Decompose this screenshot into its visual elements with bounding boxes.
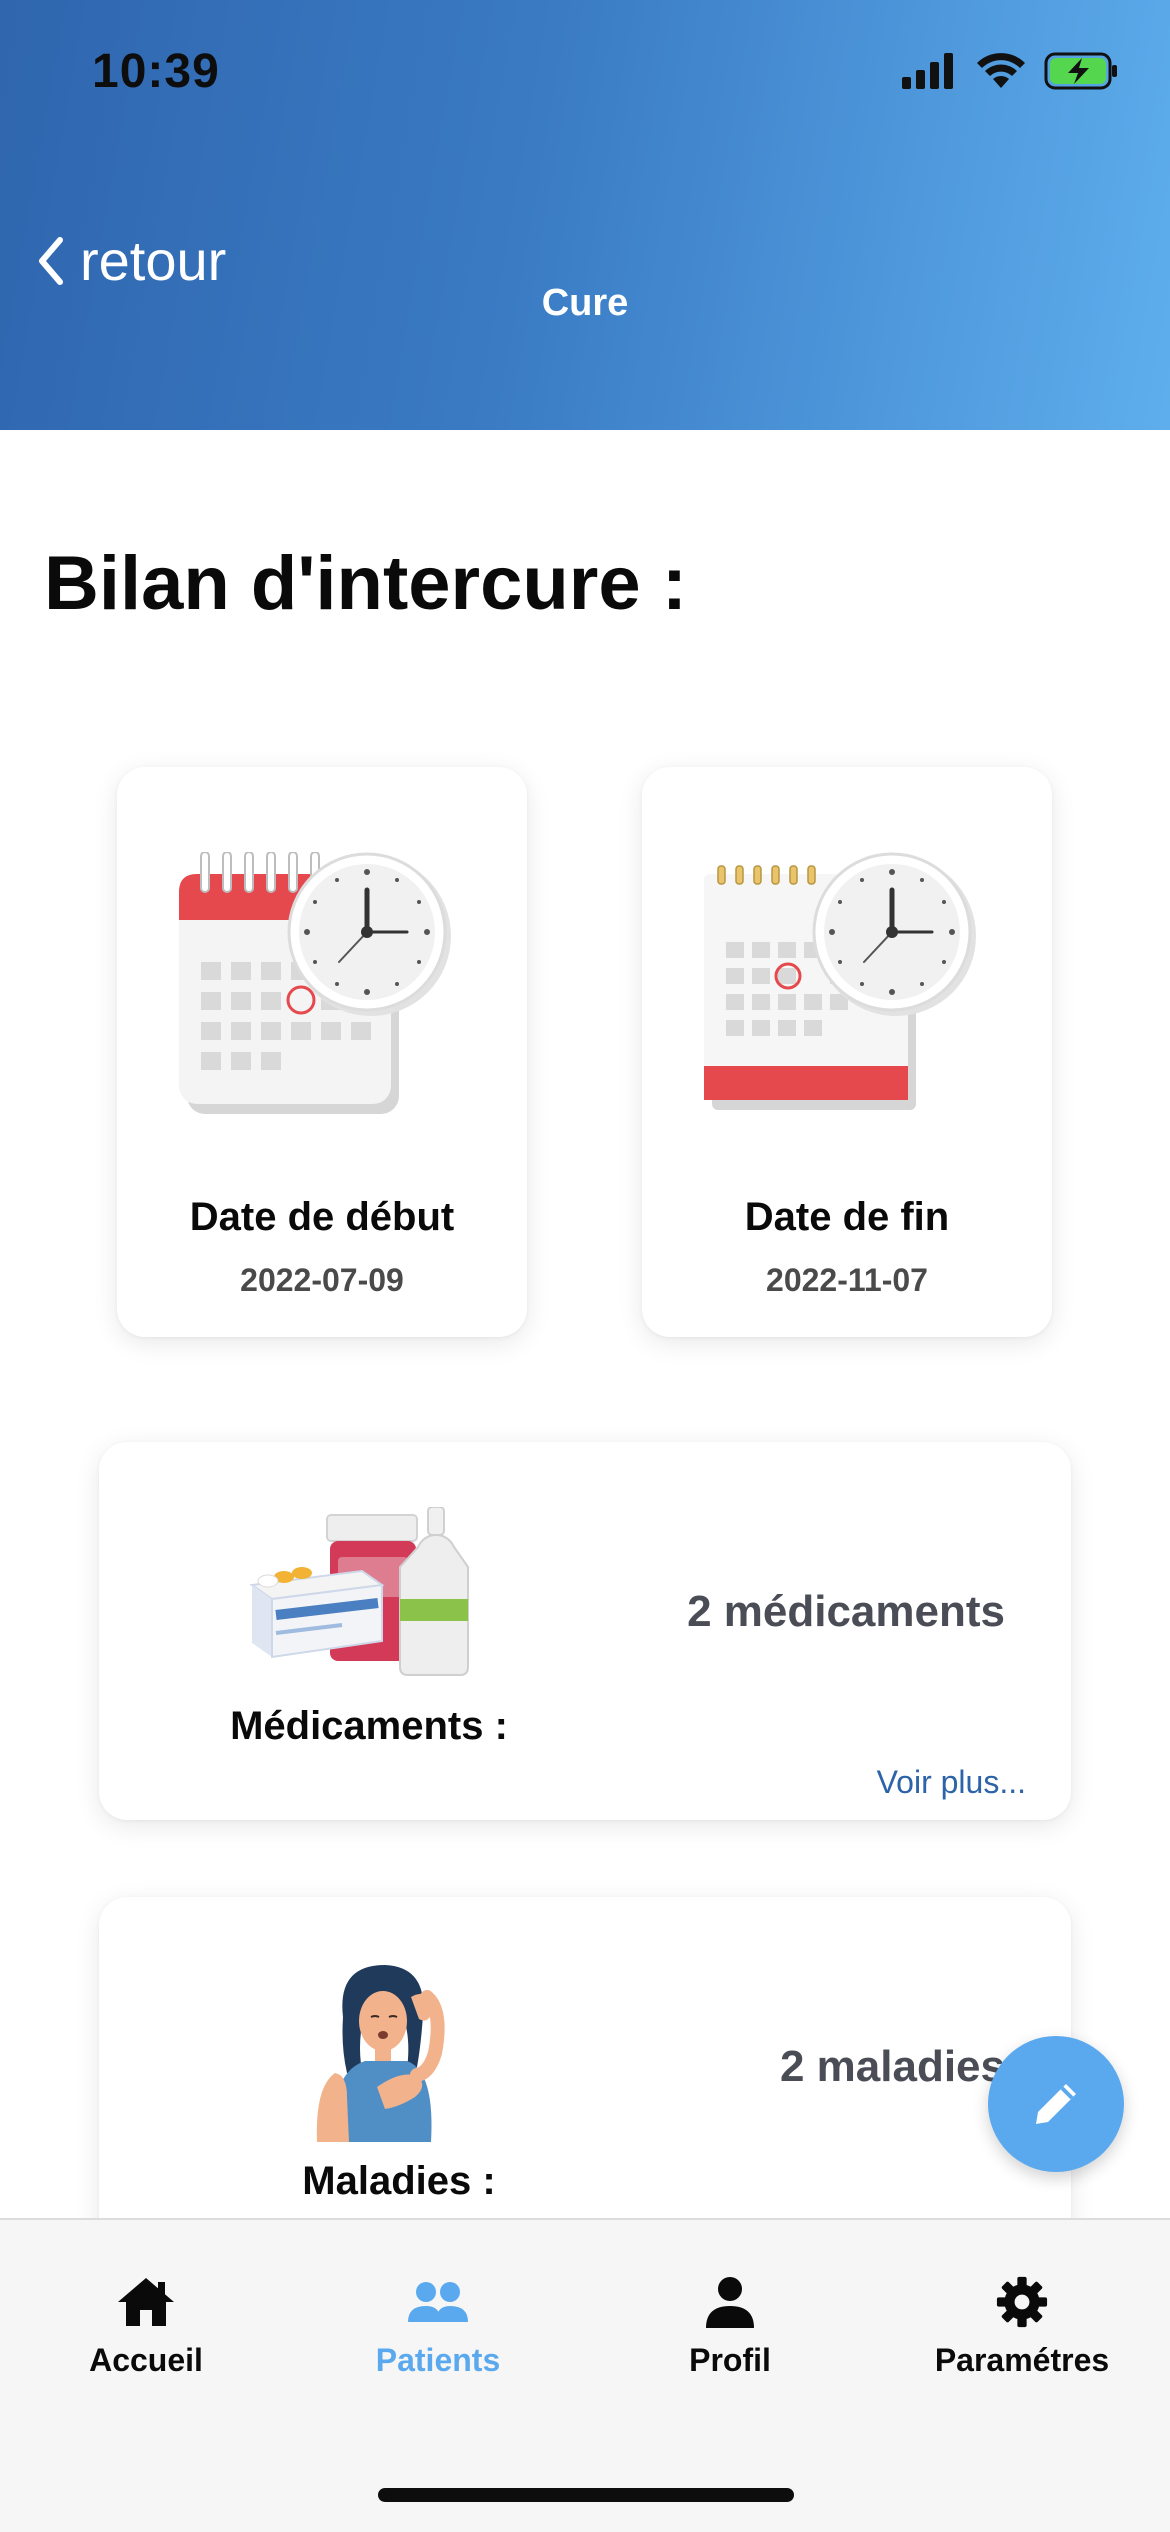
- start-date-label: Date de début: [189, 1195, 455, 1239]
- calendar-clock-icon: [179, 852, 451, 1114]
- header-bar: 10:39 retour Cure: [0, 0, 1170, 430]
- edit-button[interactable]: [988, 2036, 1124, 2172]
- users-icon: [408, 2282, 468, 2322]
- calendar-clock-icon: [704, 852, 976, 1110]
- medicaments-label: Médicaments :: [230, 1704, 508, 1748]
- tab-label: Paramétres: [934, 2342, 1110, 2378]
- person-icon: [706, 2277, 754, 2328]
- maladies-count: 2 maladies: [779, 2042, 1005, 2091]
- signal-icon: [902, 53, 953, 89]
- voir-plus-link[interactable]: Voir plus...: [877, 1764, 1026, 1801]
- end-date-value: 2022-11-07: [766, 1262, 928, 1298]
- home-indicator: [378, 2488, 794, 2502]
- gear-icon: [996, 2276, 1048, 2328]
- medicine-icon: [249, 1507, 469, 1676]
- tab-label: Profil: [689, 2342, 771, 2378]
- battery-charging-icon: [1044, 52, 1117, 90]
- tab-patients[interactable]: Patients: [292, 2276, 584, 2379]
- tab-label: Accueil: [89, 2342, 203, 2378]
- tab-bar: Accueil Patients Profil Paramétres: [0, 2218, 1170, 2532]
- start-date-value: 2022-07-09: [240, 1262, 404, 1298]
- status-icons: [902, 52, 1118, 90]
- chevron-left-icon: [39, 236, 63, 285]
- start-date-card[interactable]: Date de début 2022-07-09: [117, 767, 527, 1337]
- maladies-label: Maladies :: [302, 2159, 496, 2203]
- pencil-icon: [1036, 2084, 1076, 2124]
- home-icon: [118, 2278, 174, 2326]
- status-time: 10:39: [92, 45, 220, 98]
- sick-person-icon: [316, 1965, 445, 2142]
- medicaments-count: 2 médicaments: [687, 1587, 1005, 1636]
- tab-label: Patients: [375, 2342, 501, 2378]
- tab-parametres[interactable]: Paramétres: [876, 2276, 1168, 2379]
- medicaments-card[interactable]: Médicaments : 2 médicaments Voir plus...: [99, 1442, 1071, 1820]
- page-title: Cure: [541, 282, 629, 324]
- wifi-icon: [977, 53, 1025, 88]
- tab-profil[interactable]: Profil: [584, 2276, 876, 2379]
- section-title: Bilan d'intercure :: [44, 541, 688, 626]
- end-date-label: Date de fin: [744, 1195, 950, 1239]
- tab-accueil[interactable]: Accueil: [0, 2276, 292, 2379]
- end-date-card[interactable]: Date de fin 2022-11-07: [642, 767, 1052, 1337]
